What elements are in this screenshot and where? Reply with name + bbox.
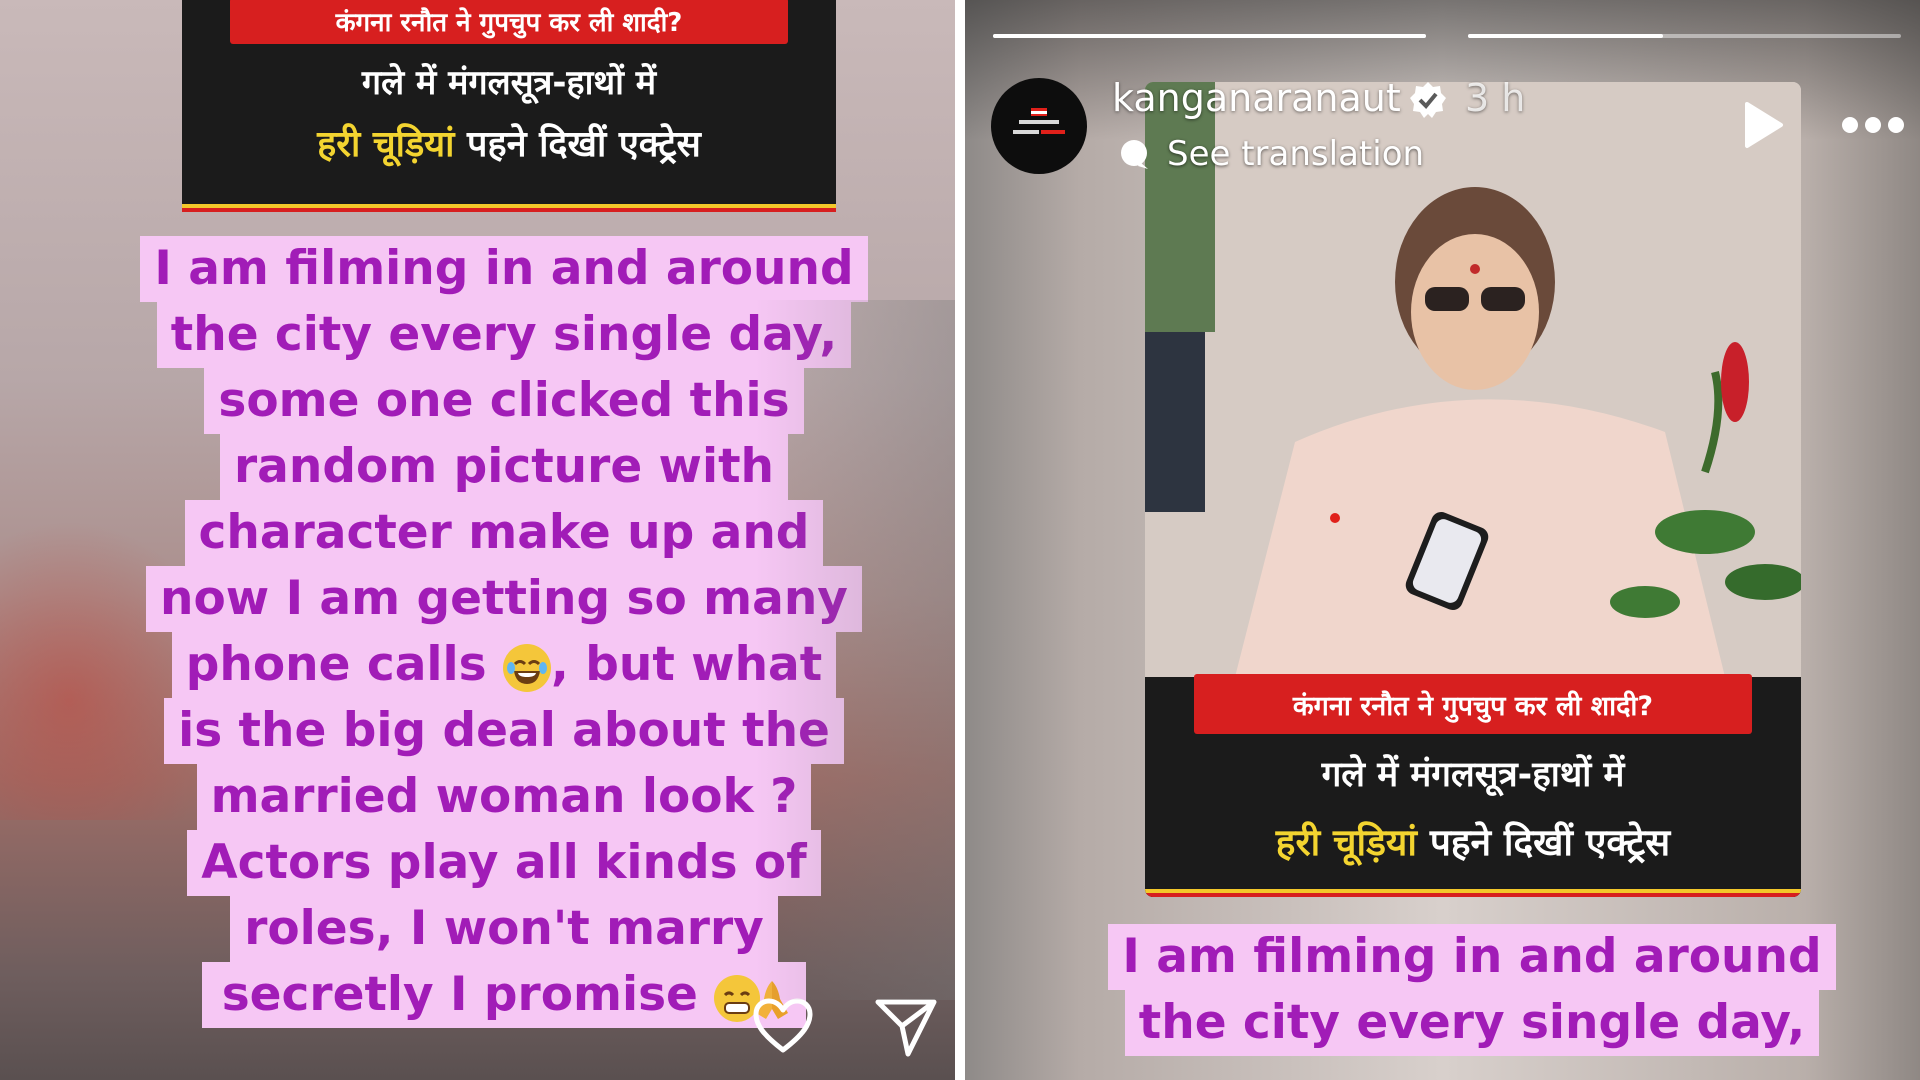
caption-text: secretly I promise — [221, 967, 698, 1022]
caption-line: married woman look ? — [196, 764, 812, 830]
caption-line: I am filming in and around — [140, 236, 868, 302]
caption-line: I am filming in and around — [1108, 924, 1836, 990]
send-icon[interactable] — [874, 996, 938, 1062]
news-banner: कंगना रनौत ने गुपचुप कर ली शादी? — [1194, 674, 1752, 734]
caption-line: roles, I won't marry — [230, 896, 778, 962]
caption-line: Actors play all kinds of — [187, 830, 821, 896]
caption-line: random picture with — [219, 434, 789, 500]
progress-fill — [1468, 34, 1663, 38]
news-line-2-rest: पहने दिखीं एक्ट्रेस — [1416, 821, 1671, 864]
story-caption: I am filming in and around the city ever… — [1099, 924, 1845, 1056]
left-story-panel: कंगना रनौत ने गुपचुप कर ली शादी? गले में… — [0, 0, 955, 1080]
progress-segment — [993, 34, 1426, 38]
caption-line: now I am getting so many — [146, 566, 862, 632]
verified-icon — [1408, 80, 1448, 124]
caption-text: , but what — [551, 637, 823, 692]
news-card-photo: कंगना रनौत ने गुपचुप कर ली शादी? गले में… — [1145, 82, 1801, 897]
progress-segment — [1468, 34, 1901, 38]
news-highlight: हरी चूड़ियां — [1275, 821, 1417, 864]
divider — [955, 0, 965, 1080]
avatar[interactable] — [991, 78, 1087, 174]
news-line-1: गले में मंगलसूत्र-हाथों में — [361, 63, 657, 103]
news-banner: कंगना रनौत ने गुपचुप कर ली शादी? — [230, 0, 788, 44]
story-timestamp: 3 h — [1465, 76, 1526, 120]
story-username[interactable]: kanganaranaut — [1112, 76, 1401, 120]
caption-line: character make up and — [184, 500, 824, 566]
caption-line: the city every single day, — [156, 302, 852, 368]
caption-line: secretly I promise — [201, 962, 807, 1028]
caption-line: some one clicked this — [204, 368, 804, 434]
more-icon[interactable] — [1840, 113, 1906, 141]
news-line-2-rest: पहने दिखीं एक्ट्रेस — [454, 124, 701, 165]
news-card-strip — [1145, 889, 1801, 897]
progress-fill — [993, 34, 1426, 38]
news-line-2: हरी चूड़ियां पहने दिखीं एक्ट्रेस — [182, 118, 836, 167]
translation-icon — [1118, 138, 1150, 174]
story-caption: I am filming in and around the city ever… — [128, 236, 880, 1028]
heart-icon[interactable] — [752, 998, 814, 1058]
laughing-emoji-icon — [503, 643, 552, 692]
caption-line: is the big deal about the — [164, 698, 844, 764]
caption-line: phone calls , but what — [171, 632, 837, 698]
news-card: कंगना रनौत ने गुपचुप कर ली शादी? गले में… — [182, 0, 836, 212]
caption-text: phone calls — [185, 637, 487, 692]
play-icon[interactable] — [1741, 100, 1785, 154]
news-card-strip — [182, 204, 836, 212]
news-highlight: हरी चूड़ियां — [317, 124, 455, 165]
see-translation-link[interactable]: See translation — [1167, 134, 1424, 174]
right-story-panel: कंगना रनौत ने गुपचुप कर ली शादी? गले में… — [965, 0, 1920, 1080]
news-line-2: हरी चूड़ियां पहने दिखीं एक्ट्रेस — [1145, 815, 1801, 866]
caption-line: the city every single day, — [1124, 990, 1820, 1056]
news-line-1: गले में मंगलसूत्र-हाथों में — [1321, 755, 1625, 795]
